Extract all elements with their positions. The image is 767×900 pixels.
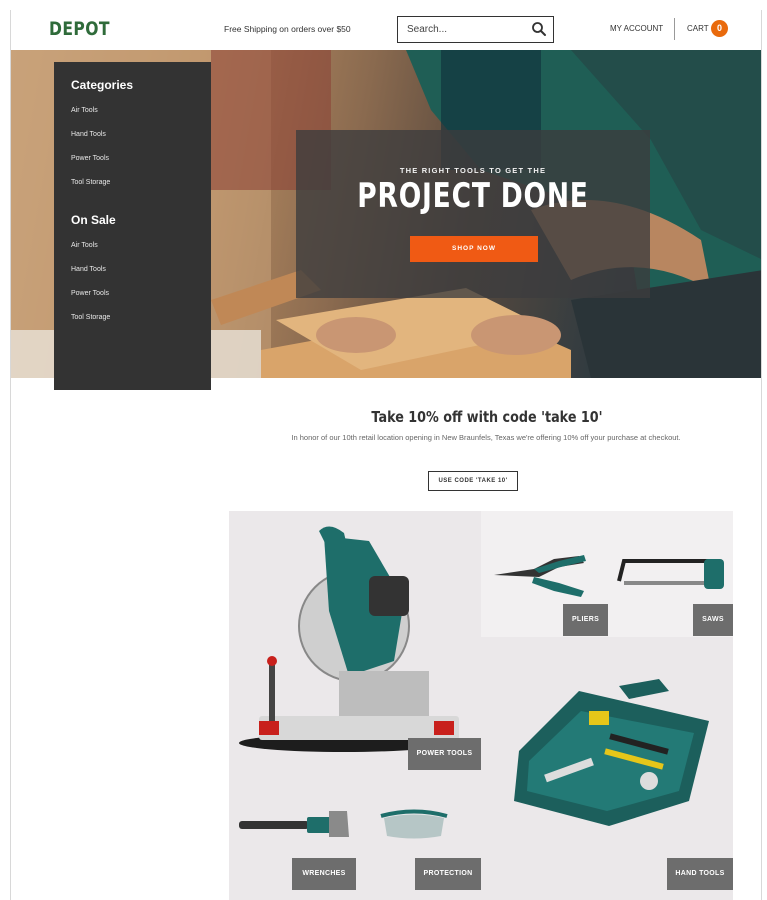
page-frame: DEPOT Free Shipping on orders over $50 M… bbox=[10, 10, 762, 900]
hero-title: PROJECT DONE bbox=[357, 176, 589, 216]
cart-count-badge[interactable]: 0 bbox=[711, 20, 728, 37]
cart-link[interactable]: CART bbox=[687, 24, 709, 33]
search-box[interactable] bbox=[397, 16, 554, 43]
product-illustrations bbox=[239, 526, 724, 839]
site-header: DEPOT Free Shipping on orders over $50 M… bbox=[11, 10, 761, 50]
logo[interactable]: DEPOT bbox=[49, 18, 110, 40]
sidebar-item-hand-tools[interactable]: Hand Tools bbox=[71, 131, 106, 138]
category-protection-button[interactable]: PROTECTION bbox=[415, 858, 481, 890]
product-grid: PLIERS SAWS POWER TOOLS WRENCHES PROTECT… bbox=[229, 511, 733, 900]
saw-image bbox=[617, 559, 724, 589]
toolbox-image bbox=[514, 679, 709, 826]
sale-item-hand-tools[interactable]: Hand Tools bbox=[71, 266, 106, 273]
header-divider bbox=[674, 18, 675, 40]
discount-description: In honor of our 10th retail location ope… bbox=[291, 433, 681, 442]
category-hand-tools-button[interactable]: HAND TOOLS bbox=[667, 858, 733, 890]
category-saws-button[interactable]: SAWS bbox=[693, 604, 733, 636]
wrench-image bbox=[239, 811, 349, 837]
search-input[interactable] bbox=[398, 17, 523, 41]
sidebar-item-tool-storage[interactable]: Tool Storage bbox=[71, 179, 110, 186]
sidebar-item-air-tools[interactable]: Air Tools bbox=[71, 107, 98, 114]
categories-heading: Categories bbox=[71, 78, 134, 92]
hero-promo-box: THE RIGHT TOOLS TO GET THE PROJECT DONE … bbox=[296, 130, 650, 298]
hero-subtitle: THE RIGHT TOOLS TO GET THE bbox=[399, 166, 547, 175]
on-sale-heading: On Sale bbox=[71, 213, 116, 227]
sidebar-item-power-tools[interactable]: Power Tools bbox=[71, 155, 109, 162]
sale-item-air-tools[interactable]: Air Tools bbox=[71, 242, 98, 249]
sale-item-tool-storage[interactable]: Tool Storage bbox=[71, 314, 110, 321]
sale-item-power-tools[interactable]: Power Tools bbox=[71, 290, 109, 297]
use-code-button[interactable]: USE CODE 'TAKE 10' bbox=[428, 471, 518, 491]
category-power-tools-button[interactable]: POWER TOOLS bbox=[408, 738, 481, 770]
safety-glasses-image bbox=[380, 809, 448, 839]
shop-now-button[interactable]: SHOP NOW bbox=[410, 236, 538, 262]
shipping-notice: Free Shipping on orders over $50 bbox=[224, 24, 351, 34]
discount-title: Take 10% off with code 'take 10' bbox=[371, 408, 603, 426]
category-wrenches-button[interactable]: WRENCHES bbox=[292, 858, 356, 890]
my-account-link[interactable]: MY ACCOUNT bbox=[610, 24, 663, 33]
category-pliers-button[interactable]: PLIERS bbox=[563, 604, 608, 636]
search-icon[interactable] bbox=[531, 21, 547, 37]
category-sidebar: Categories Air Tools Hand Tools Power To… bbox=[54, 62, 211, 390]
miter-saw-image bbox=[239, 526, 459, 752]
pliers-image bbox=[494, 555, 586, 597]
